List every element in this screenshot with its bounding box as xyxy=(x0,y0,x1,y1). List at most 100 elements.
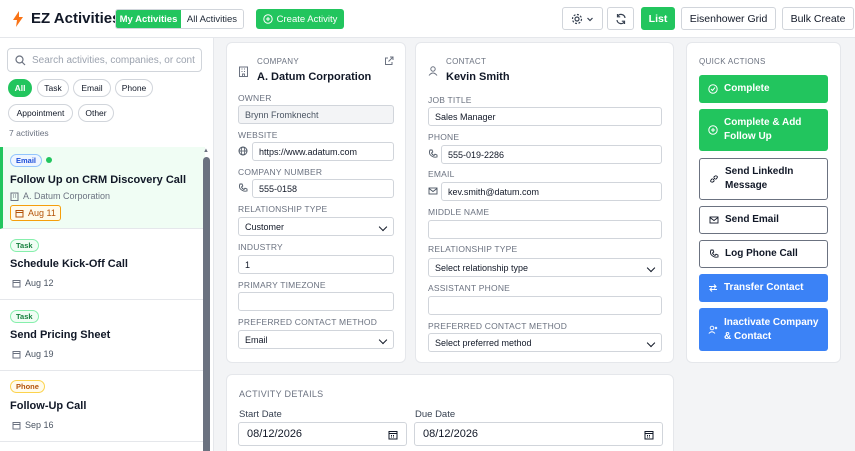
activity-details-card: ACTIVITY DETAILS Start Date 08/12/2026 D… xyxy=(226,374,674,451)
complete-follow-line1: Complete & Add xyxy=(724,117,802,128)
user-icon xyxy=(428,66,438,76)
plus-circle-icon xyxy=(262,14,273,24)
inactivate-company-button[interactable]: Inactivate Company & Contact xyxy=(699,308,828,351)
bulk-create-button[interactable]: Bulk Create xyxy=(782,7,854,30)
settings-dropdown-button[interactable] xyxy=(562,7,603,30)
calendar-icon xyxy=(15,209,24,217)
website-input[interactable]: https://www.adatum.com xyxy=(252,142,394,161)
due-date-badge: Aug 19 xyxy=(8,346,58,362)
building-icon xyxy=(239,66,248,77)
quick-actions-label: QUICK ACTIONS xyxy=(699,57,766,66)
due-date: Aug 19 xyxy=(25,349,54,359)
preferred-contact-method-label: PREFERRED CONTACT METHOD xyxy=(238,317,378,327)
inactivate-line2: & Contact xyxy=(724,330,772,342)
scroll-up-arrow[interactable]: ▲ xyxy=(203,148,209,154)
contact-preferred-method-select[interactable]: Select preferred method xyxy=(428,333,662,352)
complete-follow-line2: Follow Up xyxy=(724,131,772,142)
company-number-label: COMPANY NUMBER xyxy=(238,167,323,177)
company-card: COMPANY A. Datum Corporation OWNER Brynn… xyxy=(226,42,406,363)
activity-title: Schedule Kick-Off Call xyxy=(10,258,128,270)
calendar-icon xyxy=(12,421,21,429)
filter-email[interactable]: Email xyxy=(73,79,111,97)
relationship-type-select[interactable]: Customer xyxy=(238,217,394,236)
filter-other[interactable]: Other xyxy=(78,104,114,122)
log-phone-call-label: Log Phone Call xyxy=(725,248,798,259)
filter-appointment[interactable]: Appointment xyxy=(8,104,73,122)
all-activities-button[interactable]: All Activities xyxy=(180,10,243,28)
start-date-input[interactable]: 08/12/2026 xyxy=(238,422,407,446)
activity-title: Send Pricing Sheet xyxy=(10,329,111,341)
contact-section-label: CONTACT xyxy=(446,57,487,66)
activity-sidebar: Search activities, companies, or cont Al… xyxy=(0,38,214,451)
activity-item[interactable]: Phone Follow-Up Call Sep 16 xyxy=(0,371,205,442)
middle-name-input[interactable] xyxy=(428,220,662,239)
log-phone-call-button[interactable]: Log Phone Call xyxy=(699,240,828,268)
contact-card: CONTACT Kevin Smith JOB TITLE Sales Mana… xyxy=(415,42,674,363)
assistant-phone-input[interactable] xyxy=(428,296,662,315)
phone-input[interactable]: 555-019-2286 xyxy=(441,145,662,164)
due-date: Aug 11 xyxy=(28,208,56,218)
company-name: A. Datum Corporation xyxy=(257,71,372,83)
my-activities-button[interactable]: My Activities xyxy=(116,10,181,28)
complete-and-follow-up-button[interactable]: Complete & Add Follow Up xyxy=(699,109,828,151)
primary-timezone-label: PRIMARY TIMEZONE xyxy=(238,280,326,290)
phone-icon xyxy=(429,149,438,158)
contact-name: Kevin Smith xyxy=(446,71,510,83)
sidebar-scrollbar[interactable] xyxy=(203,157,210,451)
transfer-contact-button[interactable]: Transfer Contact xyxy=(699,274,828,302)
create-activity-button[interactable]: Create Activity xyxy=(256,9,344,29)
send-email-label: Send Email xyxy=(725,214,779,225)
website-label: WEBSITE xyxy=(238,130,278,140)
industry-input[interactable]: 1 xyxy=(238,255,394,274)
send-email-button[interactable]: Send Email xyxy=(699,206,828,234)
eisenhower-grid-button[interactable]: Eisenhower Grid xyxy=(681,7,776,30)
external-link-icon[interactable] xyxy=(384,56,394,66)
complete-button[interactable]: Complete xyxy=(699,75,828,103)
owner-field: Brynn Fromknecht xyxy=(238,105,394,124)
due-date-badge: Aug 12 xyxy=(8,275,58,291)
search-input[interactable]: Search activities, companies, or cont xyxy=(7,48,202,72)
refresh-button[interactable] xyxy=(607,7,634,30)
contact-relationship-type-select[interactable]: Select relationship type xyxy=(428,258,662,277)
calendar-icon xyxy=(12,350,21,358)
filter-all[interactable]: All xyxy=(8,79,32,97)
building-icon xyxy=(10,192,19,201)
activity-item[interactable]: Task Schedule Kick-Off Call Aug 12 xyxy=(0,229,205,300)
list-view-button[interactable]: List xyxy=(641,7,675,30)
preferred-contact-method-select[interactable]: Email xyxy=(238,330,394,349)
email-input[interactable]: kev.smith@datum.com xyxy=(441,182,662,201)
search-placeholder: Search activities, companies, or cont xyxy=(32,54,195,66)
activity-item[interactable]: Email Follow Up on CRM Discovery Call A.… xyxy=(0,147,205,229)
job-title-input[interactable]: Sales Manager xyxy=(428,107,662,126)
plus-circle-icon xyxy=(708,125,718,135)
activity-company: A. Datum Corporation xyxy=(10,191,110,201)
phone-icon xyxy=(710,249,719,258)
send-linkedin-button[interactable]: Send LinkedIn Message xyxy=(699,158,828,200)
check-circle-icon xyxy=(708,84,718,94)
unread-dot xyxy=(46,157,52,163)
calendar-icon[interactable] xyxy=(388,430,398,440)
company-number-input[interactable]: 555-0158 xyxy=(252,179,394,198)
phone-label: PHONE xyxy=(428,132,460,142)
chevron-down-icon xyxy=(587,17,593,21)
relationship-type-label: RELATIONSHIP TYPE xyxy=(238,204,328,214)
primary-timezone-input[interactable] xyxy=(238,292,394,311)
activity-item[interactable]: Task Send Pricing Sheet Aug 19 xyxy=(0,300,205,371)
transfer-arrows-icon xyxy=(709,284,717,292)
user-x-icon xyxy=(708,325,718,334)
filter-phone[interactable]: Phone xyxy=(115,79,153,97)
due-date-input[interactable]: 08/12/2026 xyxy=(414,422,663,446)
linkedin-line1: Send LinkedIn xyxy=(725,166,794,177)
filter-task[interactable]: Task xyxy=(37,79,69,97)
activity-title: Follow-Up Call xyxy=(10,400,87,412)
globe-icon xyxy=(238,146,248,156)
due-date-badge: Aug 11 xyxy=(10,205,61,221)
activity-details-label: ACTIVITY DETAILS xyxy=(239,389,324,399)
job-title-label: JOB TITLE xyxy=(428,95,472,105)
due-date-badge: Sep 16 xyxy=(8,417,58,433)
company-name: A. Datum Corporation xyxy=(23,191,111,201)
owner-label: OWNER xyxy=(238,93,272,103)
mail-icon xyxy=(709,216,719,224)
calendar-icon[interactable] xyxy=(644,430,654,440)
top-header: EZ Activities My Activities All Activiti… xyxy=(0,0,855,38)
